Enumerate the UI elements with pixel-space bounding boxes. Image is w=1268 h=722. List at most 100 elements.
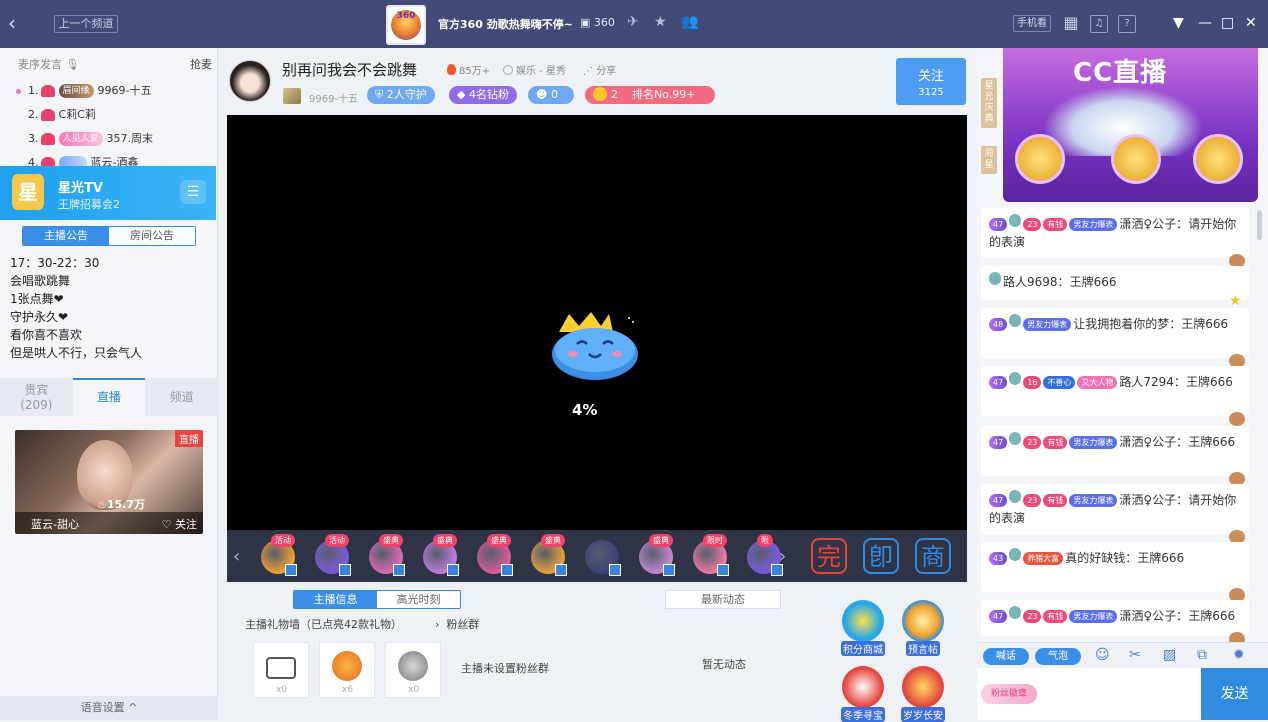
settings-icon[interactable]: ✹ [1233,647,1245,663]
fan-badge-button[interactable]: 粉丝徽章 [981,684,1037,704]
chat-badge: 48 [989,318,1008,331]
complete-icon[interactable]: 完 [811,538,847,574]
chat-message[interactable]: 48 男友力爆表 让我拥抱着你的梦：王牌666 [981,308,1249,368]
chat-user-name[interactable]: 路人9698 [1003,275,1058,289]
tab-channel[interactable]: 频道 [145,378,218,416]
gift-item[interactable]: 活动 [255,534,301,578]
emoji-icon[interactable]: ☺ [1095,647,1110,663]
prophecy-button[interactable]: 预言帖 [899,600,947,656]
latest-news-tab[interactable]: 最新动态 [665,590,781,609]
live-thumbnail[interactable]: 直播 ♨15.7万 蓝云-甜心 ♡ 关注 [15,430,203,534]
anchor-avatar[interactable] [229,60,271,102]
rank-button[interactable]: 2 排名No.99+ [585,86,715,104]
tab-vip[interactable]: 贵宾 (209) [0,378,73,416]
follow-link-text: 关注 [175,518,197,531]
diamond-fans-button[interactable]: ◆ 4名钻粉 [449,86,517,104]
peace-button[interactable]: 岁岁长安 [899,666,947,722]
star-icon [593,87,607,101]
airplane-icon[interactable]: ✈ [627,14,639,30]
help-icon[interactable]: ? [1118,15,1136,33]
chat-badge: 23 [1023,494,1042,507]
chat-user-name[interactable]: 潇洒♀公子 [1119,609,1176,623]
tab-room-notice[interactable]: 房间公告 [109,227,195,245]
bubble-button[interactable]: 气泡 [1035,648,1081,665]
mic-queue-item[interactable]: 2. C莉C莉 [16,104,206,126]
side-tab-weekly-star[interactable]: 周星 [981,146,997,174]
gift-item[interactable]: 活动 [309,534,355,578]
star-icon[interactable]: ★ [654,14,667,30]
category-link[interactable]: 娱乐 - 星秀 [503,62,566,77]
grid-icon[interactable]: ▦ [1062,15,1080,33]
bag-icon[interactable]: 卽 [863,538,899,574]
chat-message[interactable]: 47 23 有钱 男友力爆表 潇洒♀公子：王牌666 [981,426,1249,486]
chat-user-name[interactable]: 路人7294 [1119,375,1174,389]
gift-item[interactable]: 盛典 [525,534,571,578]
users-icon[interactable]: 👥 [681,14,698,30]
follow-link[interactable]: ♡ 关注 [162,516,197,532]
chat-separator: ： [1176,217,1189,231]
shout-button[interactable]: 喊话 [983,648,1029,665]
follow-count: 3125 [918,87,944,98]
image-icon[interactable]: ▨ [1163,647,1176,663]
gift-item[interactable]: 盛典 [363,534,409,578]
chat-message[interactable]: 47 16 不善心 又大人物 路人7294：王牌666 [981,366,1249,426]
screenshot-icon[interactable]: ⧉ [1197,647,1207,663]
tab-anchor-info[interactable]: 主播信息 [294,591,377,608]
users-button[interactable]: ☻ 0 [528,86,574,104]
video-player[interactable]: 4% [227,115,967,530]
send-button[interactable]: 发送 [1201,668,1268,720]
gift-item[interactable] [579,534,625,578]
gift-prev-icon[interactable]: ‹ [233,546,240,567]
bell-icon[interactable]: ♫ [1090,15,1108,33]
guard-button[interactable]: ⛨ 2人守护 [367,86,435,104]
badge-icon [40,109,55,121]
gift-item[interactable]: 盛典 [471,534,517,578]
chat-user-name[interactable]: 潇洒♀公子 [1119,493,1176,507]
chat-message[interactable]: 47 23 有钱 男友力爆表 潇洒♀公子：王牌666 [981,600,1249,646]
chat-user-name[interactable]: 潇洒♀公子 [1119,435,1176,449]
gift-wall-item[interactable]: x0 [385,642,441,698]
chat-user-name[interactable]: 真的好缺钱 [1065,551,1125,565]
phone-watch-button[interactable]: 手机看 [1013,15,1051,32]
gift-wall-item[interactable]: x6 [319,642,375,698]
event-banner[interactable]: CC直播 [1003,48,1258,202]
prev-channel-button[interactable]: 上一个频道 [54,15,118,33]
gift-item[interactable]: 盛典 [417,534,463,578]
tab-anchor-notice[interactable]: 主播公告 [23,227,109,245]
chat-message[interactable]: 47 23 有钱 男友力爆表 潇洒♀公子：请开始你的表演 [981,484,1249,544]
shop-icon[interactable]: 商 [915,538,951,574]
tab-live[interactable]: 直播 [72,378,146,416]
minimize-button[interactable]: — [1198,12,1212,34]
follow-button[interactable]: 关注 3125 [896,58,966,105]
mic-queue-item[interactable]: 1. 眉间缘 9969-十五 [16,80,206,102]
voice-settings-button[interactable]: 语音设置 ^ [0,696,218,720]
gift-wall-item[interactable]: x0 [253,642,309,698]
star-tv-card[interactable]: 星 星光TV 王牌招募会2 ☰ [0,166,216,220]
maximize-button[interactable]: □ [1221,12,1234,34]
shield-badge-icon [1009,214,1022,227]
chat-input[interactable]: 粉丝徽章 [977,668,1201,720]
chat-scrollbar[interactable] [1257,210,1262,240]
tab-highlights[interactable]: 高光时刻 [377,591,460,608]
back-button[interactable]: ‹ [8,12,16,34]
winter-treasure-button[interactable]: 冬季寻宝 [839,666,887,722]
scissors-icon[interactable]: ✂ [1129,647,1141,663]
side-tab-star-celebration[interactable]: 星光庆典 [981,78,997,128]
gift-item[interactable]: 盛典 [633,534,679,578]
chat-message[interactable]: 路人9698：王牌666 ★ [981,266,1249,308]
menu-icon[interactable]: ☰ [180,180,206,204]
chat-badge: 47 [989,610,1008,623]
grab-mic-button[interactable]: 抢麦 [190,56,212,72]
points-mall-button[interactable]: 积分商城 [839,600,887,656]
chat-user-name[interactable]: 潇洒♀公子 [1119,217,1176,231]
chat-message[interactable]: 43 养猪大富 真的好缺钱：王牌666 [981,542,1249,602]
streamer-name: 蓝云-甜心 [31,518,79,531]
mic-queue-item[interactable]: 3. 人见人爱 357.周末 [16,128,206,150]
gift-next-icon[interactable]: › [779,546,786,567]
dropdown-icon[interactable]: ▼ [1173,12,1184,34]
chat-user-name[interactable]: 让我拥抱着你的梦 [1073,317,1169,331]
chat-message[interactable]: 47 23 有钱 男友力爆表 潇洒♀公子：请开始你的表演 [981,208,1249,268]
share-button[interactable]: ⋰ 分享 [583,62,616,77]
gift-item[interactable]: 限时 [687,534,733,578]
close-button[interactable]: ✕ [1245,12,1257,34]
